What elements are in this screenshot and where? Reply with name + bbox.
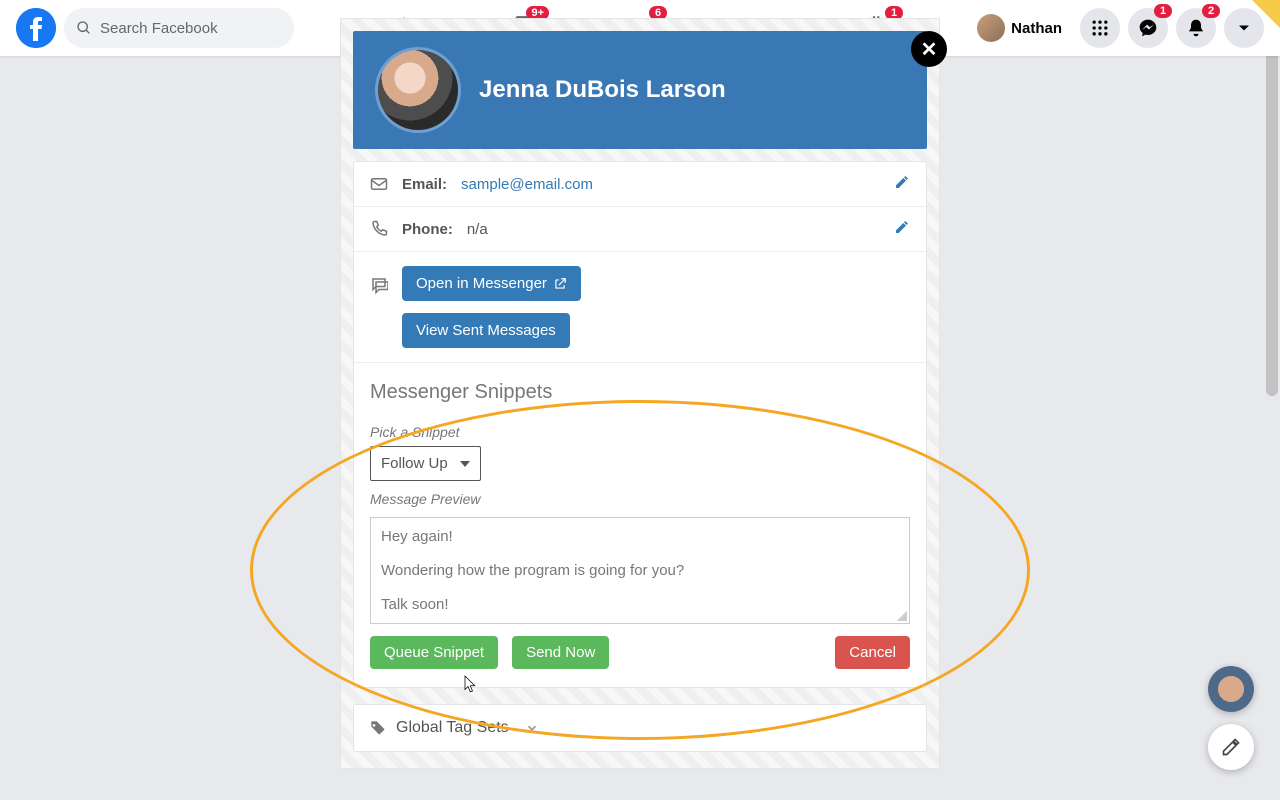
view-sent-messages-button[interactable]: View Sent Messages <box>402 313 570 348</box>
cancel-button[interactable]: Cancel <box>835 636 910 669</box>
topbar-right: Nathan 1 2 <box>973 8 1264 48</box>
pencil-icon <box>894 174 910 190</box>
external-link-icon <box>553 277 567 291</box>
search-input[interactable]: Search Facebook <box>64 8 294 48</box>
pencil-icon <box>894 219 910 235</box>
search-icon <box>76 20 92 36</box>
email-icon <box>370 175 388 193</box>
phone-value: n/a <box>467 221 488 238</box>
messenger-button[interactable]: 1 <box>1128 8 1168 48</box>
email-row: Email: sample@email.com <box>354 162 926 207</box>
tags-icon <box>370 720 386 736</box>
phone-icon <box>370 220 388 238</box>
email-value[interactable]: sample@email.com <box>461 176 593 193</box>
contact-details-card: Email: sample@email.com Phone: n/a Open … <box>353 161 927 688</box>
edit-email-button[interactable] <box>894 174 910 194</box>
corner-accent <box>1252 0 1280 28</box>
phone-row: Phone: n/a <box>354 207 926 252</box>
notifications-button[interactable]: 2 <box>1176 8 1216 48</box>
close-button[interactable]: ✕ <box>911 31 947 67</box>
edit-phone-button[interactable] <box>894 219 910 239</box>
global-tag-sets-accordion[interactable]: Global Tag Sets <box>353 704 927 752</box>
chat-head-avatar[interactable] <box>1208 666 1254 712</box>
message-preview-label: Message Preview <box>354 481 926 513</box>
email-label: Email: <box>402 176 447 193</box>
queue-snippet-button[interactable]: Queue Snippet <box>370 636 498 669</box>
caret-down-icon <box>1234 18 1254 38</box>
snippet-selected-value: Follow Up <box>381 455 448 472</box>
bell-icon <box>1186 18 1206 38</box>
notifications-badge: 2 <box>1202 4 1220 18</box>
snippet-action-row: Queue Snippet Send Now Cancel <box>354 636 926 687</box>
modal-header: Jenna DuBois Larson <box>353 31 927 149</box>
contact-avatar <box>375 47 461 133</box>
avatar <box>977 14 1005 42</box>
message-preview-textarea[interactable]: Hey again! Wondering how the program is … <box>370 517 910 624</box>
snippets-section-title: Messenger Snippets <box>354 363 926 414</box>
grid-icon <box>1090 18 1110 38</box>
facebook-logo[interactable] <box>16 8 56 48</box>
menu-button[interactable] <box>1080 8 1120 48</box>
contact-name: Jenna DuBois Larson <box>479 76 726 104</box>
open-messenger-button[interactable]: Open in Messenger <box>402 266 581 301</box>
global-tags-label: Global Tag Sets <box>396 719 509 737</box>
phone-label: Phone: <box>402 221 453 238</box>
profile-name: Nathan <box>1011 20 1062 37</box>
pick-snippet-label: Pick a Snippet <box>354 414 926 446</box>
send-now-button[interactable]: Send Now <box>512 636 609 669</box>
messenger-badge: 1 <box>1154 4 1172 18</box>
new-message-button[interactable] <box>1208 724 1254 770</box>
messenger-actions: Open in Messenger View Sent Messages <box>354 252 926 363</box>
messenger-icon <box>1138 18 1158 38</box>
compose-icon <box>1221 737 1241 757</box>
snippet-select[interactable]: Follow Up <box>370 446 481 481</box>
chevron-down-icon <box>525 721 539 735</box>
chat-icon <box>370 276 388 294</box>
profile-button[interactable]: Nathan <box>973 10 1072 46</box>
caret-down-icon <box>460 461 470 467</box>
contact-modal: ✕ Jenna DuBois Larson Email: sample@emai… <box>340 18 940 769</box>
search-placeholder: Search Facebook <box>100 20 218 37</box>
